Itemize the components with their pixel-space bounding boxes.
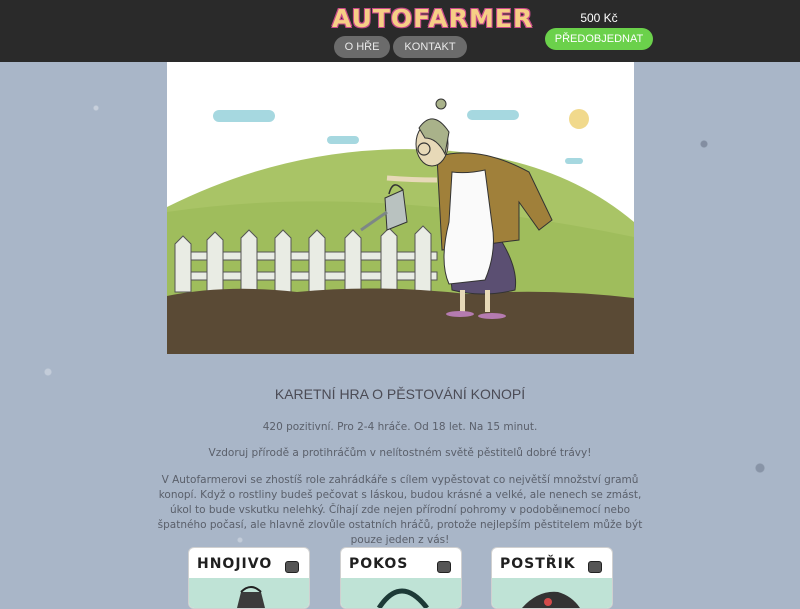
gardener-illustration [167,62,634,354]
sprayer-icon [492,578,612,608]
card-title: HNOJIVO [197,556,273,572]
site-header: AUTOFARMER O HŘE KONTAKT 500 Kč PŘEDOBJE… [0,0,800,62]
game-info: 420 pozitivní. Pro 2-4 hráče. Od 18 let.… [262,421,538,433]
hero-illustration [167,62,634,354]
page-heading: KARETNÍ HRA O PĚSTOVÁNÍ KONOPÍ [274,386,526,402]
nav-button-kontakt[interactable]: KONTAKT [393,36,467,58]
card-gem-icon [437,561,451,573]
tagline: Vzdoruj přírodě a protihráčům v nelítost… [208,447,592,459]
card-gem-icon [285,561,299,573]
nav-button-o-hre[interactable]: O HŘE [334,36,390,58]
card-title: POKOS [349,556,409,572]
game-description: V Autofarmerovi se zhostíš role zahrádká… [157,474,643,546]
scythe-icon [341,578,461,608]
preorder-button[interactable]: PŘEDOBJEDNAT [545,28,653,50]
price-label: 500 Kč [580,11,618,25]
fertilizer-icon [189,578,309,608]
sun [569,109,589,129]
soil-bed [167,288,634,354]
site-logo[interactable]: AUTOFARMER [332,4,532,34]
cloud [213,110,275,122]
card-title: POSTŘIK [500,556,576,572]
card-gem-icon [588,561,602,573]
